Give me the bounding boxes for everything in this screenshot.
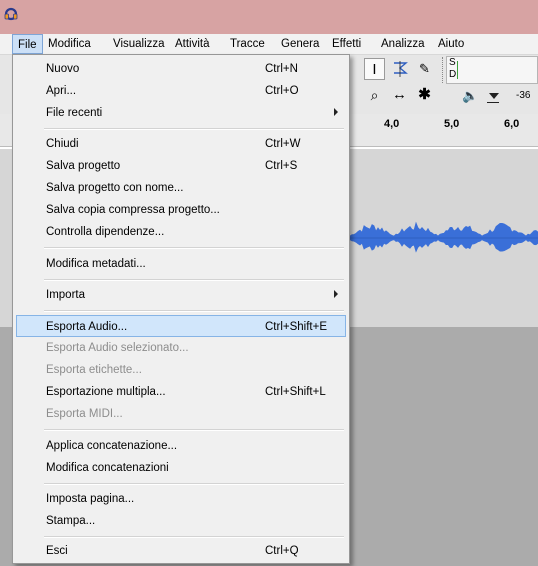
draw-tool-icon[interactable]: ✎ [414,58,435,80]
menu-separator [44,483,344,485]
menu-item-file-recenti[interactable]: File recenti [16,102,346,124]
menu-item-esporta-audio[interactable]: Esporta Audio... Ctrl+Shift+E [16,315,346,337]
timeshift-tool-icon[interactable]: ↔ [389,84,410,106]
menu-item-salva-con-nome[interactable]: Salva progetto con nome... [16,177,346,199]
menu-item-salva-copia-compressa[interactable]: Salva copia compressa progetto... [16,199,346,221]
menu-separator [44,429,344,431]
menu-attivita[interactable]: Attività [170,34,215,54]
meter-dropdown-underline [487,102,499,103]
submenu-arrow-icon [334,108,338,116]
menu-separator [44,247,344,249]
menu-bar: File Modifica Visualizza Attività Tracce… [0,34,538,55]
menu-item-esporta-audio-selezionato: Esporta Audio selezionato... [46,342,189,354]
ruler-tick: 6,0 [504,118,520,130]
menu-item-controlla-dipendenze[interactable]: Controlla dipendenze... [16,221,346,243]
menu-separator [44,536,344,538]
submenu-arrow-icon [334,290,338,298]
speaker-icon: 🔈 [462,88,479,103]
menu-item-imposta-pagina[interactable]: Imposta pagina... [16,488,346,510]
audacity-logo-icon [4,7,18,21]
ruler-tick: 5,0 [444,118,460,130]
recording-meter[interactable]: S D [446,56,538,84]
menu-visualizza[interactable]: Visualizza [108,34,170,54]
zoom-tool-icon[interactable]: ⌕ [364,84,385,106]
file-menu: Nuovo Ctrl+N Apri... Ctrl+O File recenti C… [12,54,350,564]
menu-separator [44,279,344,281]
menu-effetti[interactable]: Effetti [327,34,366,54]
menu-file[interactable]: File [12,34,43,54]
menu-item-esporta-etichette: Esporta etichette... [46,364,142,376]
menu-item-nuovo[interactable]: Nuovo Ctrl+N [16,58,346,80]
toolbar-grip[interactable] [442,57,445,83]
envelope-tool-icon[interactable] [389,58,410,80]
menu-analizza[interactable]: Analizza [376,34,429,54]
menu-item-stampa[interactable]: Stampa... [16,510,346,532]
meter-dropdown-icon[interactable] [489,93,499,99]
menu-item-importa[interactable]: Importa [16,284,346,306]
meter-level-bar [457,61,458,79]
menu-separator [44,310,344,312]
menu-genera[interactable]: Genera [276,34,324,54]
menu-item-salva-progetto[interactable]: Salva progetto Ctrl+S [16,155,346,177]
menu-item-applica-concatenazione[interactable]: Applica concatenazione... [16,435,346,457]
menu-item-apri[interactable]: Apri... Ctrl+O [16,80,346,102]
menu-item-chiudi[interactable]: Chiudi Ctrl+W [16,133,346,155]
menu-tracce[interactable]: Tracce [225,34,270,54]
menu-item-esporta-midi: Esporta MIDI... [46,408,123,420]
menu-item-esci[interactable]: Esci Ctrl+Q [16,540,346,562]
menu-item-esportazione-multipla[interactable]: Esportazione multipla... Ctrl+Shift+L [16,381,346,403]
menu-item-modifica-concatenazioni[interactable]: Modifica concatenazioni [16,457,346,479]
ruler-tick: 4,0 [384,118,400,130]
menu-modifica[interactable]: Modifica [43,34,96,54]
title-bar [0,0,538,34]
menu-item-modifica-metadati[interactable]: Modifica metadati... [16,253,346,275]
multi-tool-icon[interactable]: ✱ [414,84,435,106]
meter-scale-value: -36 [516,90,531,101]
menu-separator [44,128,344,130]
meter-s-label: S [449,57,456,68]
selection-tool-icon[interactable]: I [364,58,385,80]
meter-d-label: D [449,69,457,80]
menu-aiuto[interactable]: Aiuto [433,34,469,54]
